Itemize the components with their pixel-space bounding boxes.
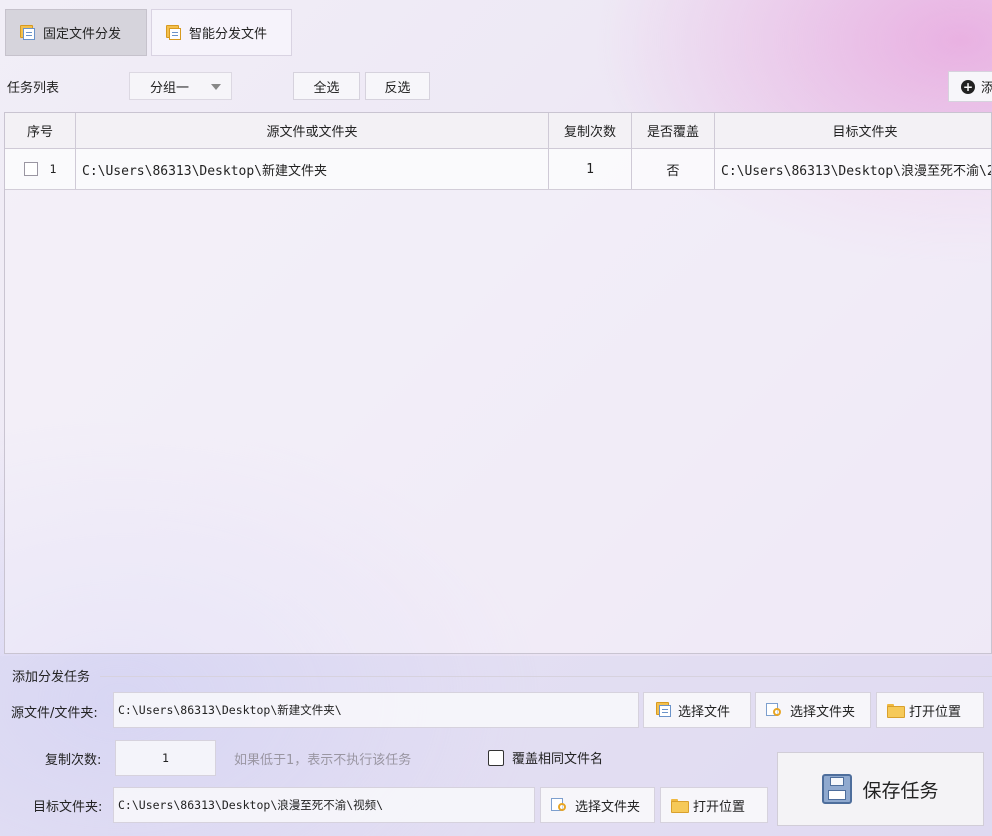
target-open-location-button[interactable]: 打开位置 <box>660 787 768 823</box>
target-select-folder-label: 选择文件夹 <box>575 799 641 815</box>
source-path-input[interactable]: C:\Users\86313\Desktop\新建文件夹\ <box>113 692 639 728</box>
task-list-label: 任务列表 <box>7 81 60 96</box>
tab-label: 智能分发文件 <box>189 27 268 42</box>
folder-icon <box>671 799 689 813</box>
header-copies: 复制次数 <box>549 113 632 148</box>
add-task-button[interactable]: + 添 <box>948 71 992 102</box>
row-overwrite: 否 <box>632 149 715 189</box>
folder-search-icon <box>551 797 569 813</box>
source-label: 源文件/文件夹: <box>11 706 98 721</box>
header-index: 序号 <box>5 113 76 148</box>
table-header: 序号 源文件或文件夹 复制次数 是否覆盖 目标文件夹 <box>5 113 991 149</box>
header-target: 目标文件夹 <box>832 125 898 140</box>
row-copies: 1 <box>549 149 632 189</box>
file-open-icon <box>654 702 672 718</box>
copies-hint: 如果低于1，表示不执行该任务 <box>234 753 412 768</box>
tab-smart-distribution[interactable]: 智能分发文件 <box>151 9 292 56</box>
tab-fixed-distribution[interactable]: 固定文件分发 <box>5 9 147 56</box>
target-label: 目标文件夹: <box>33 800 103 815</box>
target-select-folder-button[interactable]: 选择文件夹 <box>540 787 655 823</box>
invert-select-button[interactable]: 反选 <box>365 72 430 100</box>
select-folder-button[interactable]: 选择文件夹 <box>755 692 871 728</box>
section-divider <box>100 676 992 677</box>
target-path-input[interactable]: C:\Users\86313\Desktop\浪漫至死不渝\视频\ <box>113 787 535 823</box>
copies-input[interactable]: 1 <box>115 740 216 776</box>
folder-search-icon <box>766 702 784 718</box>
target-open-location-label: 打开位置 <box>693 799 746 815</box>
row-target: C:\Users\86313\Desktop\浪漫至死不渝\2\ <box>721 163 992 179</box>
folder-icon <box>887 704 905 718</box>
document-folder-icon <box>18 24 36 41</box>
chevron-down-icon <box>211 84 221 90</box>
tab-label: 固定文件分发 <box>43 27 122 42</box>
open-location-label: 打开位置 <box>909 704 962 720</box>
overwrite-option[interactable]: 覆盖相同文件名 <box>488 748 603 767</box>
header-source: 源文件或文件夹 <box>76 113 549 148</box>
row-index-cell: 1 <box>5 149 76 189</box>
plus-circle-icon: + <box>961 79 975 94</box>
overwrite-checkbox[interactable] <box>488 749 504 766</box>
select-file-button[interactable]: 选择文件 <box>643 692 751 728</box>
smart-folder-icon <box>164 24 182 41</box>
overwrite-label: 覆盖相同文件名 <box>512 752 604 767</box>
group-select-value: 分组一 <box>150 80 190 96</box>
copies-label: 复制次数: <box>45 753 102 768</box>
select-folder-label: 选择文件夹 <box>790 704 856 720</box>
row-source: C:\Users\86313\Desktop\新建文件夹 <box>76 149 549 189</box>
open-location-button[interactable]: 打开位置 <box>876 692 984 728</box>
save-task-button[interactable]: 保存任务 <box>777 752 984 826</box>
select-all-button[interactable]: 全选 <box>293 72 360 100</box>
group-select[interactable]: 分组一 <box>129 72 232 100</box>
add-task-label: 添 <box>981 81 992 96</box>
row-checkbox[interactable] <box>23 162 38 176</box>
select-file-label: 选择文件 <box>678 704 731 720</box>
row-index: 1 <box>49 162 57 176</box>
task-table: 序号 源文件或文件夹 复制次数 是否覆盖 目标文件夹 1 C:\Users\86… <box>4 112 992 654</box>
header-overwrite: 是否覆盖 <box>632 113 715 148</box>
floppy-disk-icon <box>822 774 853 804</box>
section-title: 添加分发任务 <box>12 670 91 685</box>
save-task-label: 保存任务 <box>862 779 939 802</box>
table-row[interactable]: 1 C:\Users\86313\Desktop\新建文件夹 1 否 C:\Us… <box>5 149 991 190</box>
